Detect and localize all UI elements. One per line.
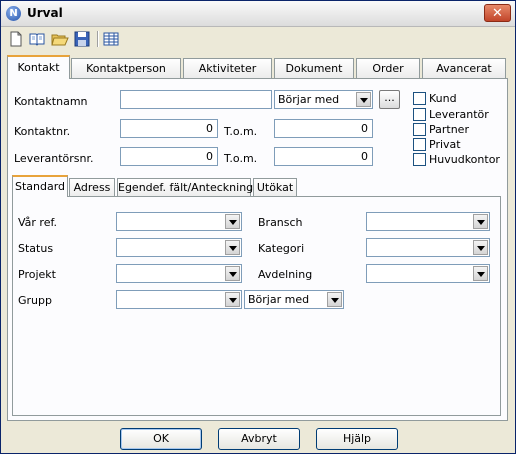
avdelning-select[interactable]: [366, 264, 490, 283]
leverantorsnr-from-input[interactable]: 0: [120, 147, 218, 166]
var-ref-label: Vår ref.: [18, 216, 58, 229]
leverantor-label: Leverantör: [429, 108, 489, 121]
avdelning-label: Avdelning: [258, 268, 313, 281]
kontaktnr-label: Kontaktnr.: [14, 125, 71, 138]
privat-label: Privat: [429, 138, 461, 151]
toolbar-separator: [97, 31, 99, 47]
chevron-down-icon[interactable]: [473, 214, 488, 229]
app-icon: N: [6, 6, 21, 21]
kund-checkbox[interactable]: [413, 92, 426, 105]
toolbar: [1, 27, 515, 51]
bransch-select[interactable]: [366, 212, 490, 231]
chevron-down-icon[interactable]: [225, 214, 240, 229]
close-button[interactable]: ✕: [484, 4, 511, 22]
bransch-label: Bransch: [258, 216, 303, 229]
open-folder-icon[interactable]: [51, 30, 69, 48]
standard-panel: Vår ref. Status Projekt Grupp Börjar med…: [12, 196, 501, 416]
kategori-select[interactable]: [366, 238, 490, 257]
projekt-label: Projekt: [18, 268, 56, 281]
kontaktnamn-match-value: Börjar med: [278, 93, 340, 106]
browse-button[interactable]: ...: [379, 90, 400, 109]
cancel-button[interactable]: Avbryt: [218, 428, 300, 450]
chevron-down-icon[interactable]: [356, 92, 371, 107]
window-title: Urval: [27, 6, 63, 20]
leverantor-checkbox[interactable]: [413, 108, 426, 121]
help-button[interactable]: Hjälp: [316, 428, 398, 450]
kontaktnamn-label: Kontaktnamn: [14, 95, 88, 108]
grupp-match-select[interactable]: Börjar med: [244, 290, 344, 309]
grupp-match-value: Börjar med: [248, 293, 310, 306]
new-icon[interactable]: [7, 30, 25, 48]
grupp-label: Grupp: [18, 294, 52, 307]
urval-dialog: N Urval ✕ Kontakt Kontaktperson Aktivite…: [0, 0, 516, 454]
tab-kontaktperson[interactable]: Kontaktperson: [71, 58, 181, 78]
chevron-down-icon[interactable]: [473, 266, 488, 281]
ok-button[interactable]: OK: [120, 428, 202, 450]
status-select[interactable]: [116, 238, 242, 257]
kund-label: Kund: [429, 92, 457, 105]
open-book-icon[interactable]: [28, 30, 46, 48]
var-ref-select[interactable]: [116, 212, 242, 231]
leverantorsnr-to-input[interactable]: 0: [274, 147, 373, 166]
chevron-down-icon[interactable]: [473, 240, 488, 255]
kontaktnamn-input[interactable]: [120, 90, 272, 109]
tab-kontakt[interactable]: Kontakt: [7, 55, 70, 79]
inner-tabs: Standard Adress Egendef. fält/Anteckning…: [12, 175, 502, 197]
kontaktnr-to-input[interactable]: 0: [274, 119, 373, 138]
tab-egendef-falt[interactable]: Egendef. fält/Anteckning: [117, 178, 253, 197]
chevron-down-icon[interactable]: [327, 292, 342, 307]
leverantorsnr-tom-label: T.o.m.: [224, 152, 258, 165]
tab-utokat[interactable]: Utökat: [253, 178, 297, 197]
partner-checkbox[interactable]: [413, 123, 426, 136]
chevron-down-icon[interactable]: [225, 240, 240, 255]
partner-label: Partner: [429, 123, 469, 136]
leverantorsnr-label: Leverantörsnr.: [14, 152, 94, 165]
table-icon[interactable]: [102, 30, 120, 48]
kategori-label: Kategori: [258, 242, 305, 255]
status-label: Status: [18, 242, 54, 255]
grupp-select[interactable]: [116, 290, 242, 309]
tab-adress[interactable]: Adress: [69, 178, 115, 197]
title-bar[interactable]: N Urval ✕: [1, 1, 515, 27]
main-tabs: Kontakt Kontaktperson Aktiviteter Dokume…: [7, 55, 509, 79]
huvudkontor-checkbox[interactable]: [413, 153, 426, 166]
kontakt-panel: Kontaktnamn Börjar med ... Kontaktnr. 0 …: [7, 78, 508, 421]
kontaktnamn-match-select[interactable]: Börjar med: [274, 90, 373, 109]
tab-dokument[interactable]: Dokument: [274, 58, 354, 78]
tab-aktiviteter[interactable]: Aktiviteter: [183, 58, 272, 78]
chevron-down-icon[interactable]: [225, 292, 240, 307]
projekt-select[interactable]: [116, 264, 242, 283]
tab-standard[interactable]: Standard: [12, 175, 68, 197]
kontaktnr-from-input[interactable]: 0: [120, 119, 218, 138]
tab-order[interactable]: Order: [356, 58, 420, 78]
kontaktnr-tom-label: T.o.m.: [224, 125, 258, 138]
save-icon[interactable]: [73, 30, 91, 48]
chevron-down-icon[interactable]: [225, 266, 240, 281]
tab-avancerat[interactable]: Avancerat: [422, 58, 506, 78]
huvudkontor-label: Huvudkontor: [429, 153, 500, 166]
privat-checkbox[interactable]: [413, 138, 426, 151]
